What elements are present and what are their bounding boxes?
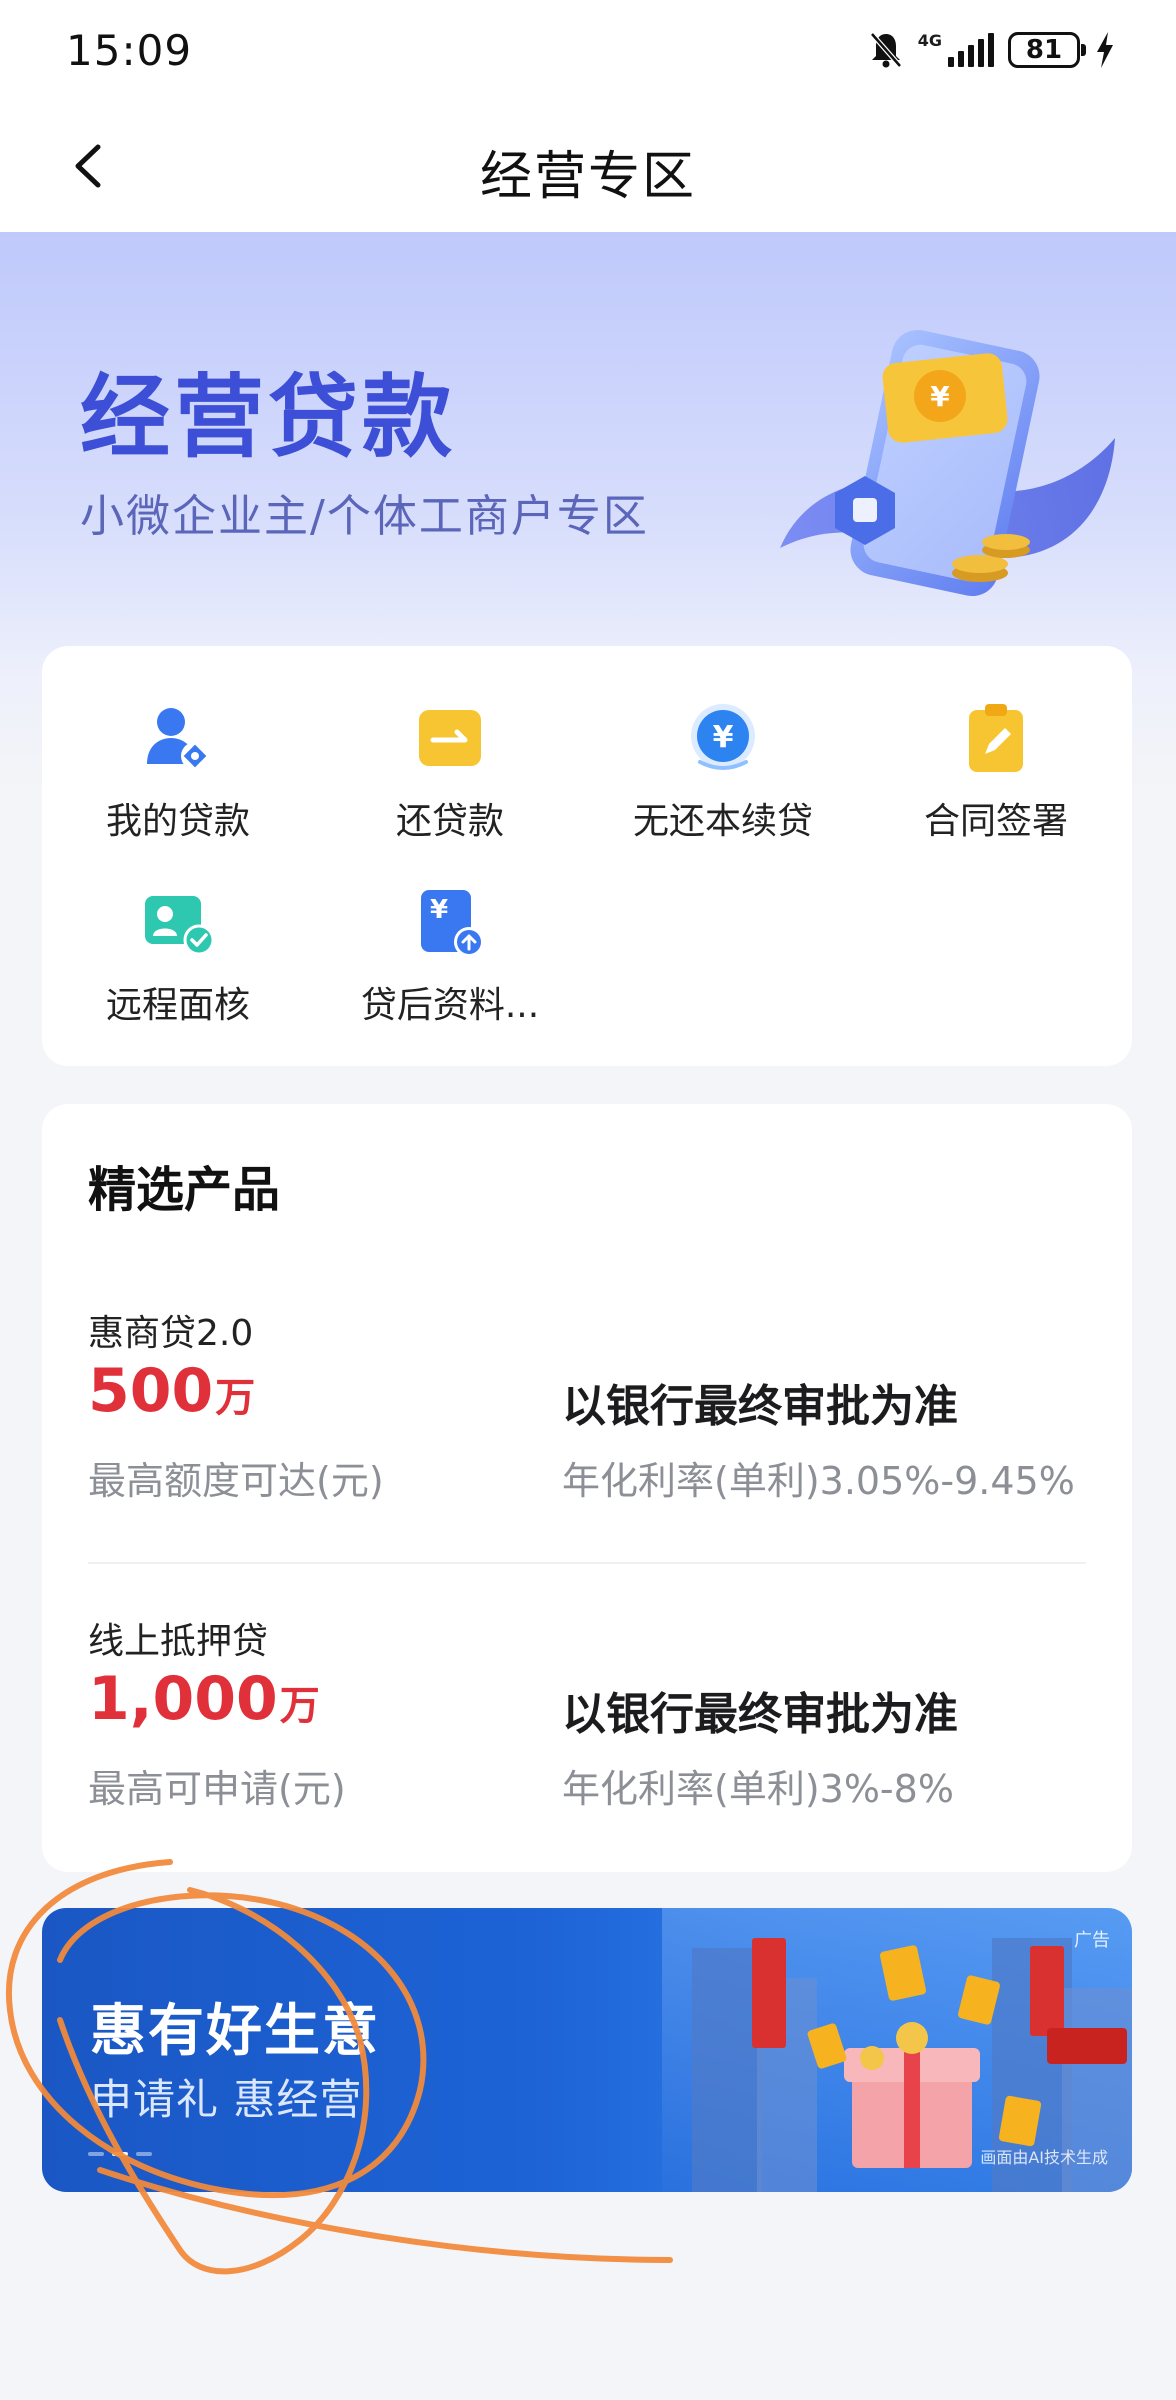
- action-label: 合同签署: [923, 801, 1068, 842]
- svg-text:¥: ¥: [713, 720, 734, 755]
- battery-level: 81: [1025, 35, 1063, 65]
- yuan-renew-icon: ¥: [691, 704, 755, 770]
- action-remote-verify[interactable]: 远程面核: [42, 886, 314, 1046]
- ai-generated-note: 画面由AI技术生成: [980, 2148, 1108, 2167]
- product-rate: 年化利率(单利)3%-8%: [562, 1767, 954, 1811]
- hero-title: 经营贷款: [80, 365, 456, 470]
- charging-bolt-icon: [1097, 32, 1113, 68]
- action-label: 还贷款: [395, 801, 504, 842]
- product-item[interactable]: 惠商贷2.0 500万 最高额度可达(元) 以银行最终审批为准 年化利率(单利)…: [88, 1304, 1086, 1554]
- ad-tag: 广告: [1074, 1930, 1110, 1951]
- bell-muted-icon: [869, 32, 902, 68]
- product-rate: 年化利率(单利)3.05%-9.45%: [562, 1459, 1075, 1503]
- carousel-dot: [136, 2152, 152, 2156]
- promo-banner[interactable]: 惠有好生意 申请礼 惠经营 广告 画面由AI技术生成: [42, 1908, 1132, 2192]
- action-contract-sign[interactable]: 合同签署: [860, 702, 1132, 862]
- banner-subtitle: 申请礼 惠经营: [90, 2075, 363, 2124]
- action-label: 远程面核: [105, 985, 250, 1026]
- signal-icon: 4G: [918, 33, 994, 67]
- svg-text:¥: ¥: [930, 380, 950, 413]
- product-amount: 500万: [88, 1356, 256, 1426]
- remote-verify-icon: [145, 896, 215, 956]
- hero-subtitle: 小微企业主/个体工商户专区: [80, 491, 649, 542]
- product-approval: 以银行最终审批为准: [562, 1689, 958, 1740]
- contract-sign-icon: [969, 704, 1023, 772]
- carousel-dot-active: [112, 2152, 128, 2156]
- page-title: 经营专区: [479, 147, 696, 207]
- product-item[interactable]: 线上抵押贷 1,000万 最高可申请(元) 以银行最终审批为准 年化利率(单利)…: [88, 1612, 1086, 1862]
- product-name: 线上抵押贷: [88, 1621, 269, 1662]
- carousel-dot: [88, 2152, 104, 2156]
- status-time: 15:09: [66, 26, 193, 75]
- action-label: 无还本续贷: [632, 801, 813, 842]
- phone-coin-illustration: ¥: [780, 329, 1115, 597]
- header: 经营专区: [0, 100, 1176, 232]
- divider: [88, 1562, 1086, 1564]
- banner-title: 惠有好生意: [90, 1999, 380, 2064]
- carousel-indicator: [88, 2152, 152, 2156]
- action-label: 我的贷款: [105, 801, 250, 842]
- repay-icon: [419, 710, 481, 766]
- status-bar: 15:09 4G 81: [0, 0, 1176, 100]
- battery-icon: 81: [1008, 32, 1086, 68]
- svg-text:¥: ¥: [430, 895, 448, 925]
- product-amount: 1,000万: [88, 1664, 320, 1734]
- action-my-loans[interactable]: 我的贷款: [42, 702, 314, 862]
- user-loan-icon: [147, 708, 209, 770]
- quick-actions-card: 我的贷款 还贷款 ¥ 无还本续贷 合同签署 远程面核 ¥ 贷后资料...: [42, 646, 1132, 1066]
- featured-products-card: 精选产品 惠商贷2.0 500万 最高额度可达(元) 以银行最终审批为准 年化利…: [42, 1104, 1132, 1872]
- action-post-loan-docs[interactable]: ¥ 贷后资料...: [314, 886, 586, 1046]
- action-renewal-loan[interactable]: ¥ 无还本续贷: [587, 702, 859, 862]
- action-label: 贷后资料...: [360, 985, 540, 1026]
- product-amount-label: 最高额度可达(元): [88, 1459, 384, 1503]
- upload-document-icon: ¥: [421, 890, 484, 957]
- product-approval: 以银行最终审批为准: [562, 1381, 958, 1432]
- action-repay[interactable]: 还贷款: [314, 702, 586, 862]
- status-icons: 4G 81: [868, 28, 1116, 72]
- network-type: 4G: [917, 31, 942, 50]
- product-name: 惠商贷2.0: [88, 1313, 254, 1354]
- section-title: 精选产品: [88, 1162, 281, 1218]
- product-amount-label: 最高可申请(元): [88, 1767, 346, 1811]
